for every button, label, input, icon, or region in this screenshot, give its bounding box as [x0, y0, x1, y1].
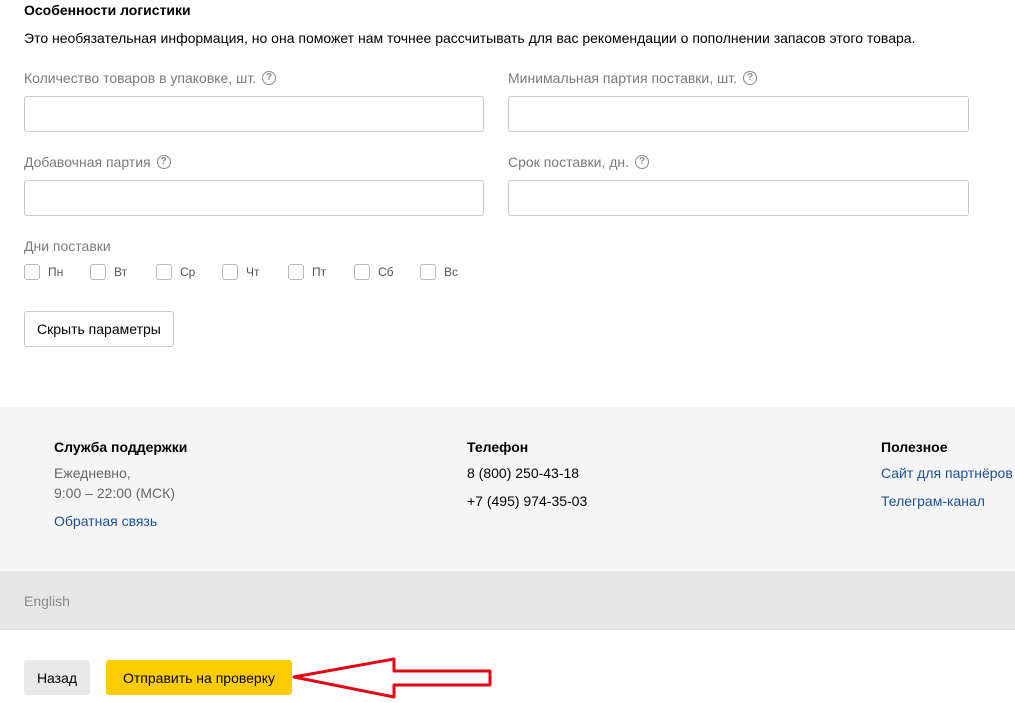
footer-useful: Полезное Сайт для партнёров Телеграм-кан…	[881, 439, 1013, 511]
checkbox[interactable]	[24, 264, 40, 280]
pack-qty-label: Количество товаров в упаковке, шт. ?	[24, 70, 277, 86]
telegram-channel-link[interactable]: Телеграм-канал	[881, 491, 1013, 511]
min-batch-label-text: Минимальная партия поставки, шт.	[508, 70, 737, 86]
checkbox[interactable]	[288, 264, 304, 280]
phone-number: 8 (800) 250-43-18	[467, 465, 580, 481]
day-label: Вт	[114, 265, 128, 279]
section-title: Особенности логистики	[24, 2, 191, 18]
footer-support: Служба поддержки Ежедневно, 9:00 – 22:00…	[54, 439, 187, 531]
back-button[interactable]: Назад	[24, 660, 90, 695]
partners-site-link[interactable]: Сайт для партнёров	[881, 463, 1013, 483]
day-checkbox-wed[interactable]: Ср	[156, 264, 212, 280]
day-label: Пт	[312, 265, 327, 279]
support-hours: 9:00 – 22:00 (МСК)	[54, 485, 175, 501]
footer-phone: Телефон 8 (800) 250-43-18 +7 (495) 974-3…	[467, 439, 587, 519]
pack-qty-input[interactable]	[24, 96, 484, 132]
add-batch-input[interactable]	[24, 180, 484, 216]
day-checkbox-thu[interactable]: Чт	[222, 264, 278, 280]
help-icon[interactable]: ?	[156, 155, 171, 169]
footer-heading: Служба поддержки	[54, 439, 188, 455]
action-bar: Назад Отправить на проверку	[0, 629, 1015, 703]
language-bar: English	[0, 571, 1015, 629]
footer-heading: Полезное	[881, 439, 948, 455]
help-icon[interactable]: ?	[262, 71, 277, 85]
phone-number: +7 (495) 974-35-03	[467, 493, 588, 509]
day-checkbox-sun[interactable]: Вс	[420, 264, 476, 280]
day-label: Пн	[48, 265, 64, 279]
submit-for-review-button[interactable]: Отправить на проверку	[106, 660, 292, 695]
checkbox[interactable]	[354, 264, 370, 280]
lead-time-label-text: Срок поставки, дн.	[508, 154, 630, 170]
arrow-left-icon	[292, 657, 492, 699]
lead-time-label: Срок поставки, дн. ?	[508, 154, 650, 170]
day-checkbox-fri[interactable]: Пт	[288, 264, 344, 280]
add-batch-label-text: Добавочная партия	[24, 154, 151, 170]
language-switch-link[interactable]: English	[24, 593, 70, 609]
min-batch-input[interactable]	[508, 96, 969, 132]
pack-qty-label-text: Количество товаров в упаковке, шт.	[24, 70, 257, 86]
feedback-link[interactable]: Обратная связь	[54, 511, 187, 531]
section-description: Это необязательная информация, но она по…	[24, 30, 916, 46]
support-hours: Ежедневно,	[54, 465, 131, 481]
day-label: Вс	[444, 265, 459, 279]
checkbox[interactable]	[156, 264, 172, 280]
lead-time-input[interactable]	[508, 180, 969, 216]
hide-parameters-button[interactable]: Скрыть параметры	[24, 311, 174, 347]
checkbox[interactable]	[420, 264, 436, 280]
help-icon[interactable]: ?	[635, 155, 650, 169]
help-icon[interactable]: ?	[743, 71, 757, 85]
day-checkbox-tue[interactable]: Вт	[90, 264, 146, 280]
min-batch-label: Минимальная партия поставки, шт. ?	[508, 70, 757, 86]
footer-heading: Телефон	[467, 439, 529, 455]
day-label: Ср	[180, 265, 196, 279]
day-checkbox-mon[interactable]: Пн	[24, 264, 80, 280]
delivery-days-label: Дни поставки	[24, 238, 111, 254]
day-label: Сб	[378, 265, 394, 279]
day-checkbox-sat[interactable]: Сб	[354, 264, 410, 280]
footer: Служба поддержки Ежедневно, 9:00 – 22:00…	[0, 407, 1015, 571]
delivery-days-group: Пн Вт Ср Чт Пт Сб Вс	[24, 264, 486, 280]
day-label: Чт	[246, 265, 260, 279]
add-batch-label: Добавочная партия ?	[24, 154, 171, 170]
checkbox[interactable]	[222, 264, 238, 280]
checkbox[interactable]	[90, 264, 106, 280]
